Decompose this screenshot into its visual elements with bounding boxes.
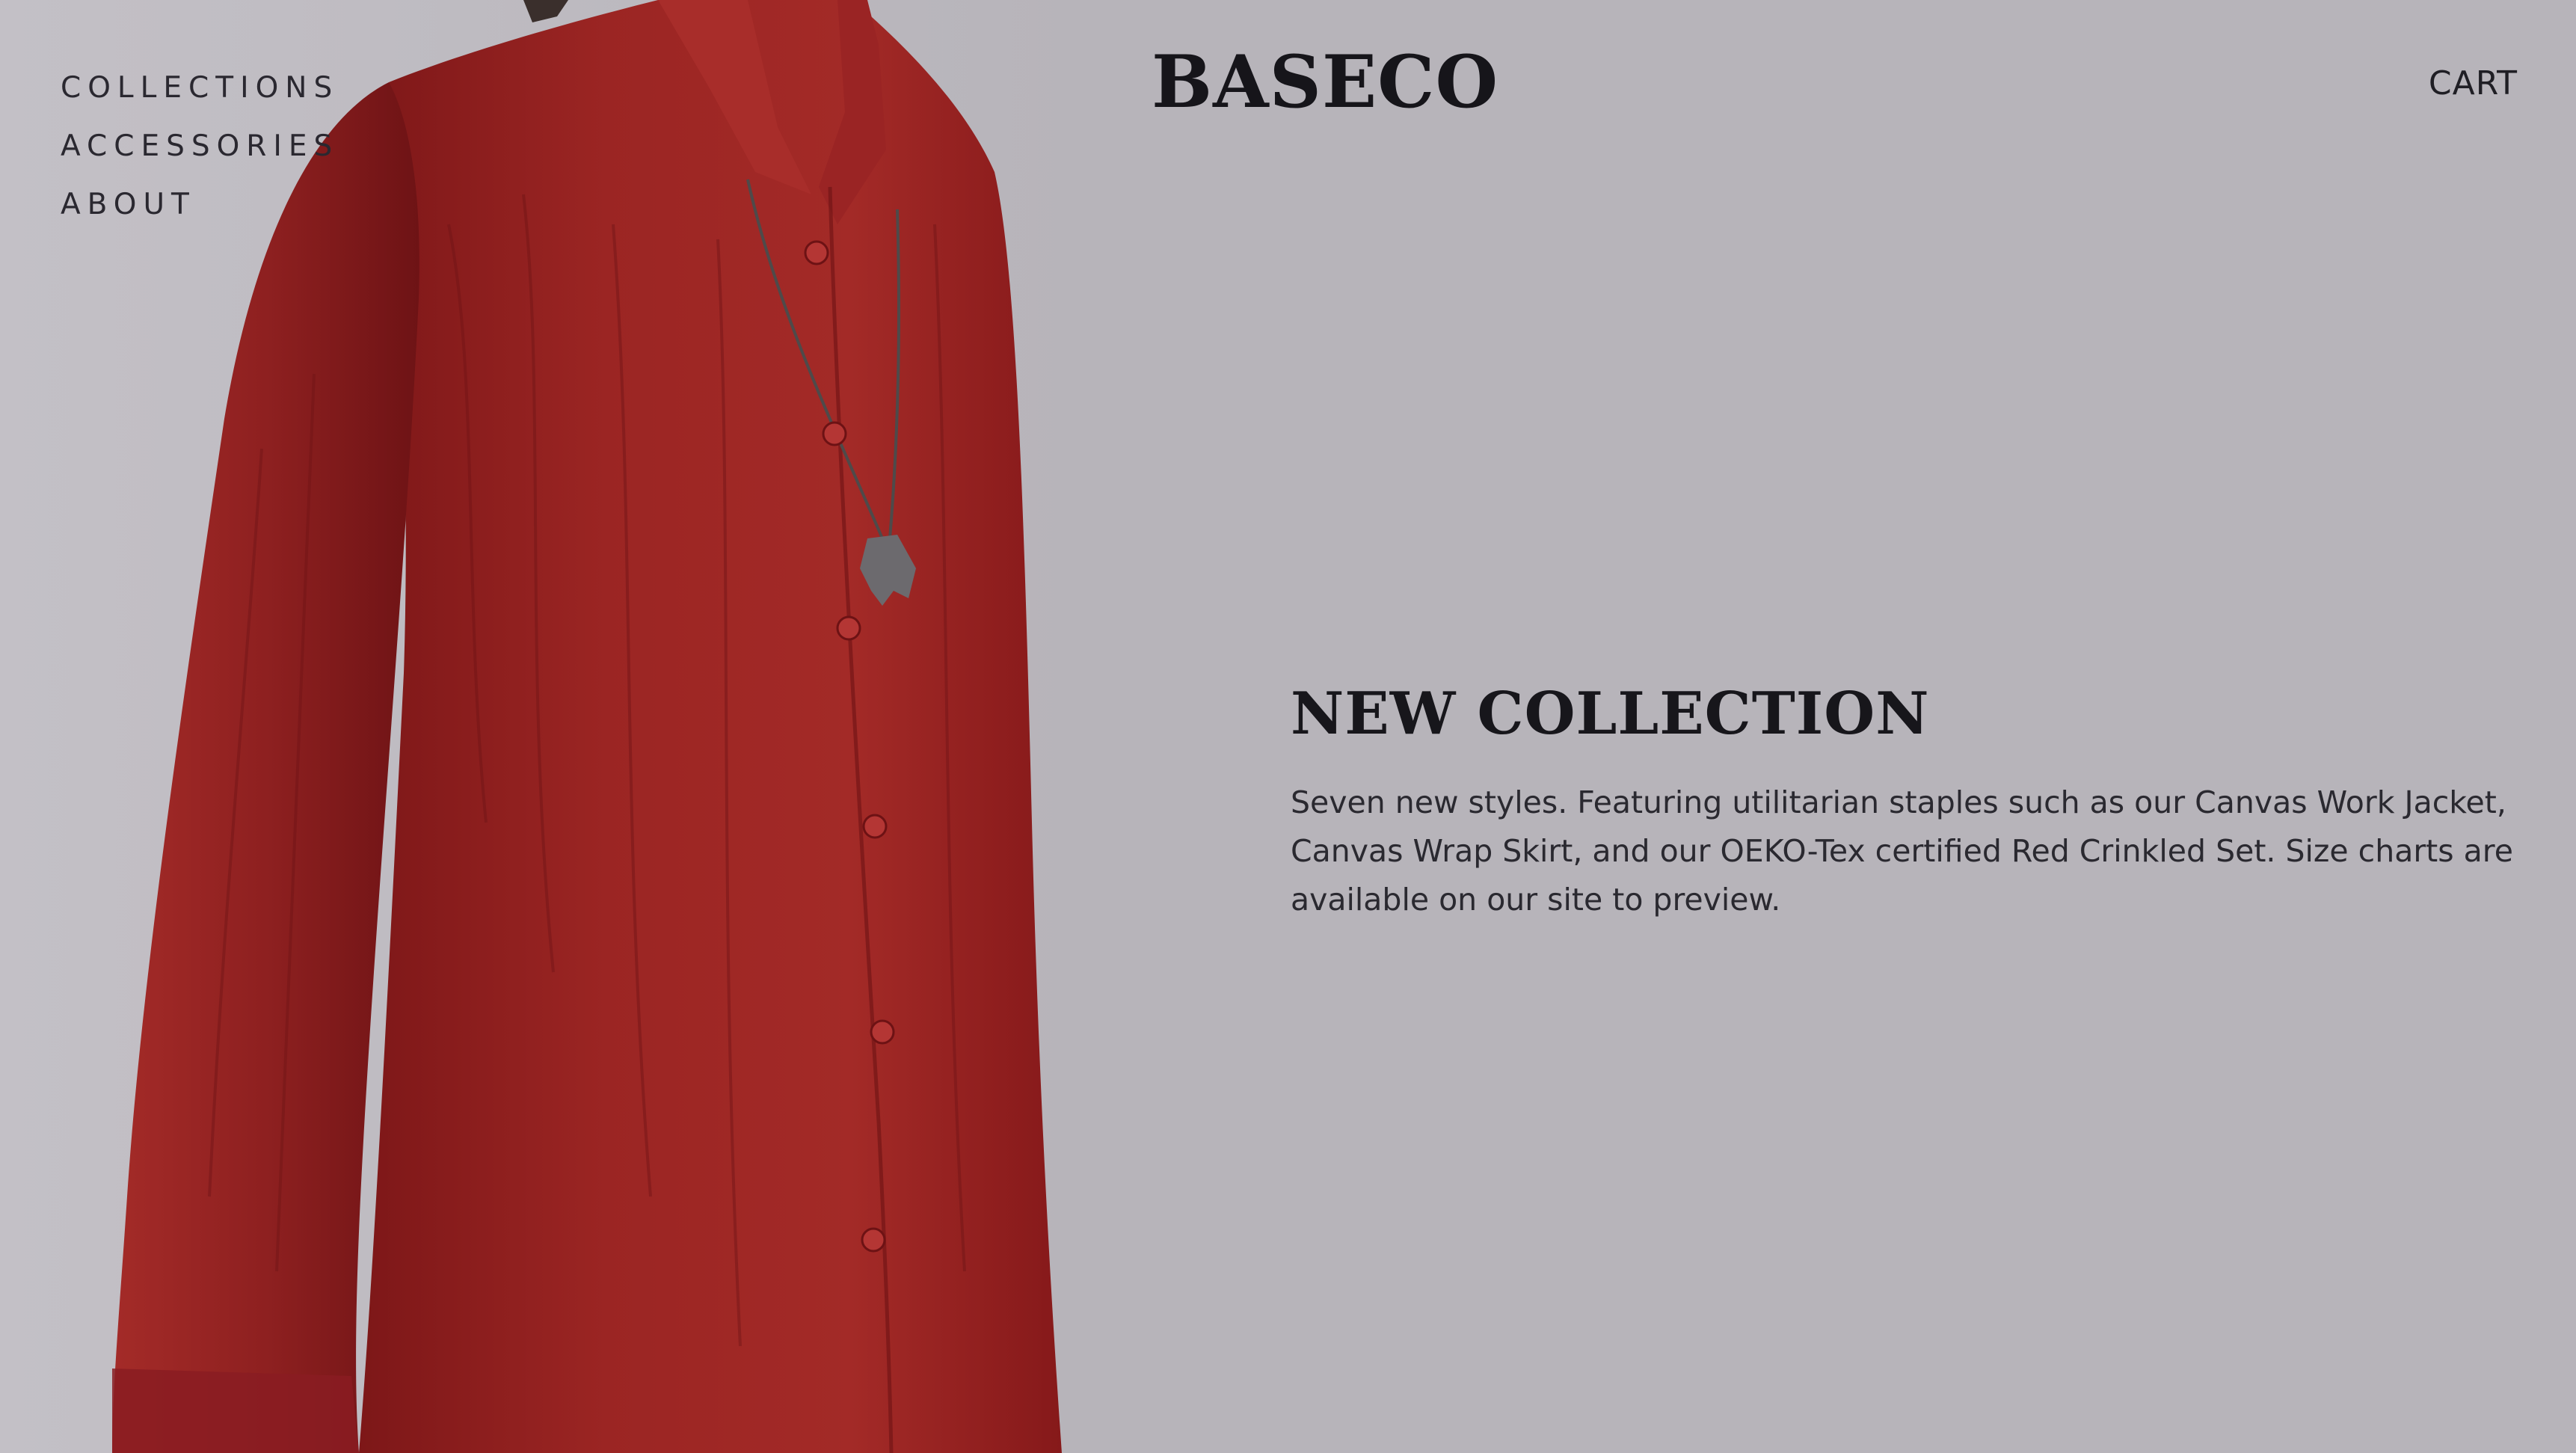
hero-title: NEW COLLECTION [1291,680,1930,748]
main-navigation: COLLECTIONS ACCESSORIES ABOUT [61,70,339,223]
hero-description: Seven new styles. Featuring utilitarian … [1291,784,2513,918]
nav-link-collections[interactable]: COLLECTIONS [61,70,339,106]
hero-text-block: NEW COLLECTION Seven new styles. Featuri… [1291,677,2517,924]
brand-logo[interactable]: BASECO [1152,39,1498,126]
cart-link[interactable]: CART [2429,63,2518,105]
nav-link-about[interactable]: ABOUT [61,187,339,223]
nav-link-accessories[interactable]: ACCESSORIES [61,129,339,165]
